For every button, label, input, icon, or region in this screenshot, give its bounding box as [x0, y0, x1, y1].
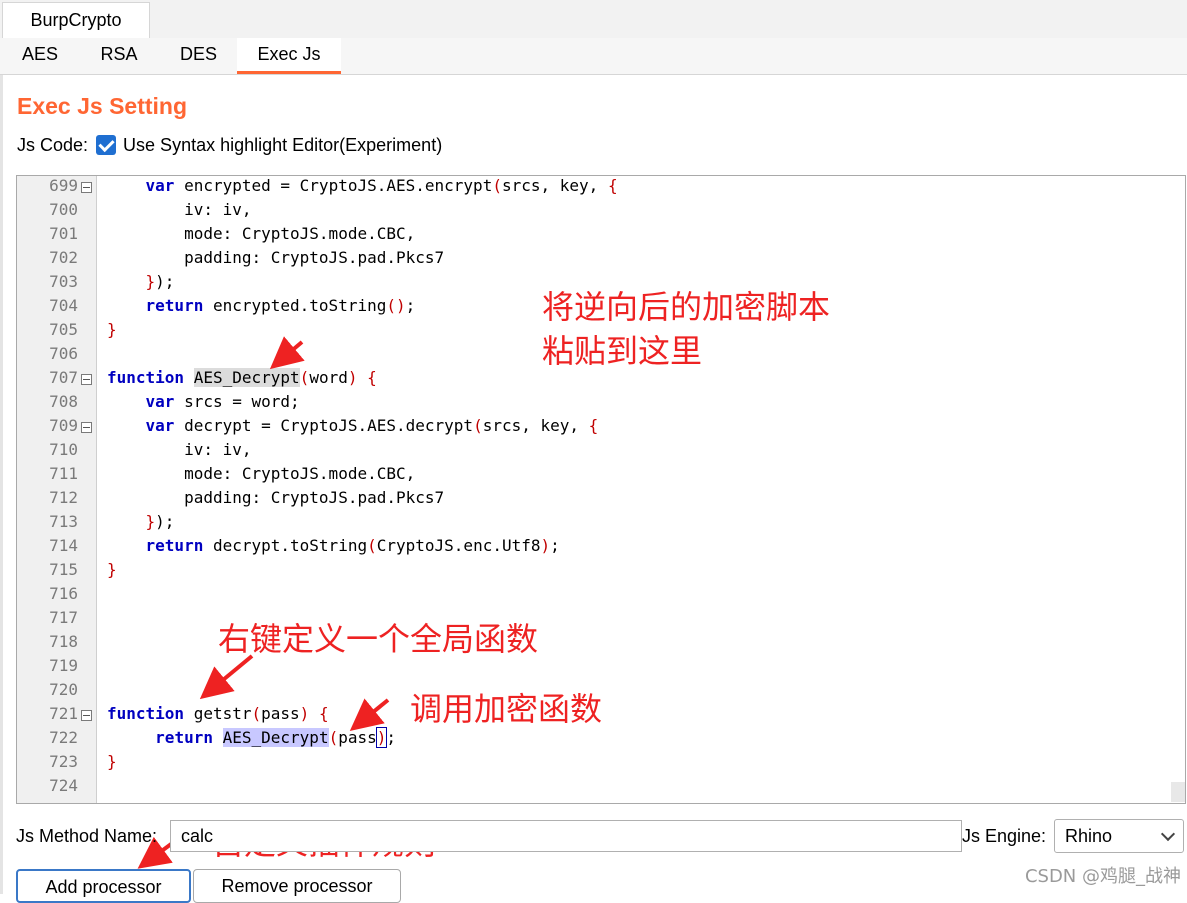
chevron-down-icon — [1160, 826, 1176, 842]
code-line: var encrypted = CryptoJS.AES.encrypt(src… — [145, 176, 618, 195]
code-line: } — [107, 752, 117, 771]
line-number: 708 — [49, 392, 78, 411]
code-line: }); — [145, 272, 175, 291]
top-tab-bar: BurpCrypto — [0, 0, 1187, 39]
code-line: } — [107, 560, 117, 579]
line-number: 706 — [49, 344, 78, 363]
line-number: 723 — [49, 752, 78, 771]
line-number: 709 — [49, 416, 78, 435]
fold-toggle-icon[interactable] — [81, 422, 92, 433]
line-number: 715 — [49, 560, 78, 579]
js-engine-label: Js Engine: — [962, 826, 1047, 846]
js-method-name-input[interactable]: calc — [170, 820, 962, 852]
js-engine-select[interactable]: Rhino — [1054, 819, 1184, 853]
tab-rsa[interactable]: RSA — [78, 38, 160, 71]
js-method-name-value: calc — [181, 826, 214, 846]
add-processor-button[interactable]: Add processor — [16, 869, 191, 903]
line-number: 699 — [49, 176, 78, 195]
line-number: 701 — [49, 224, 78, 243]
code-line: function getstr(pass) { — [107, 704, 329, 723]
line-number: 712 — [49, 488, 78, 507]
code-line: var decrypt = CryptoJS.AES.decrypt(srcs,… — [145, 416, 599, 435]
code-line: mode: CryptoJS.mode.CBC, — [107, 464, 416, 483]
line-number: 703 — [49, 272, 78, 291]
line-number: 714 — [49, 536, 78, 555]
line-number: 724 — [49, 776, 78, 795]
code-line: padding: CryptoJS.pad.Pkcs7 — [107, 488, 445, 507]
code-line: mode: CryptoJS.mode.CBC, — [107, 224, 416, 243]
code-line: var srcs = word; — [145, 392, 300, 411]
code-line: return decrypt.toString(CryptoJS.enc.Utf… — [145, 536, 560, 555]
line-number: 720 — [49, 680, 78, 699]
code-line: }); — [145, 512, 175, 531]
line-number: 721 — [49, 704, 78, 723]
code-line: iv: iv, — [107, 440, 252, 459]
tab-exec-js[interactable]: Exec Js — [237, 38, 341, 74]
line-number: 722 — [49, 728, 78, 747]
line-number: 700 — [49, 200, 78, 219]
line-number: 717 — [49, 608, 78, 627]
editor-scrollbar[interactable] — [1171, 782, 1185, 802]
tab-des[interactable]: DES — [160, 38, 237, 71]
line-number-gutter: 699 700 701 702 703 704 705 706 707 708 … — [17, 176, 97, 803]
fold-toggle-icon[interactable] — [81, 182, 92, 193]
js-method-name-label: Js Method Name: — [16, 826, 158, 846]
annotation-paste-script: 将逆向后的加密脚本 — [542, 288, 831, 326]
annotation-paste-script-2: 粘贴到这里 — [542, 332, 703, 370]
code-line: iv: iv, — [107, 200, 252, 219]
line-number: 713 — [49, 512, 78, 531]
code-line: } — [107, 320, 117, 339]
line-number: 704 — [49, 296, 78, 315]
line-number: 718 — [49, 632, 78, 651]
left-border — [0, 75, 3, 894]
line-number: 710 — [49, 440, 78, 459]
line-number: 705 — [49, 320, 78, 339]
code-line: function AES_Decrypt(word) { — [107, 368, 377, 387]
remove-processor-button[interactable]: Remove processor — [193, 869, 401, 903]
watermark: CSDN @鸡腿_战神 — [1024, 866, 1181, 887]
js-code-label: Js Code: — [17, 134, 89, 155]
line-number: 716 — [49, 584, 78, 603]
annotation-define-global-function: 右键定义一个全局函数 — [218, 620, 539, 658]
code-line: padding: CryptoJS.pad.Pkcs7 — [107, 248, 445, 267]
annotation-call-encrypt-function: 调用加密函数 — [410, 690, 603, 728]
syntax-highlight-label[interactable]: Use Syntax highlight Editor(Experiment) — [123, 135, 442, 156]
js-code-row: Js Code: Use Syntax highlight Editor(Exp… — [17, 133, 442, 157]
code-line: return encrypted.toString(); — [145, 296, 416, 315]
section-title: Exec Js Setting — [17, 93, 188, 119]
code-line: return AES_Decrypt(pass); — [155, 727, 397, 748]
line-number: 707 — [49, 368, 78, 387]
line-number: 719 — [49, 656, 78, 675]
js-engine-value: Rhino — [1065, 826, 1113, 846]
syntax-highlight-checkbox[interactable] — [96, 135, 117, 155]
sub-tab-bar: AES RSA DES Exec Js — [0, 38, 1187, 75]
tab-burpcrypto[interactable]: BurpCrypto — [2, 2, 150, 38]
tab-aes[interactable]: AES — [2, 38, 78, 71]
line-number: 711 — [49, 464, 78, 483]
line-number: 702 — [49, 248, 78, 267]
fold-toggle-icon[interactable] — [81, 374, 92, 385]
fold-toggle-icon[interactable] — [81, 710, 92, 721]
